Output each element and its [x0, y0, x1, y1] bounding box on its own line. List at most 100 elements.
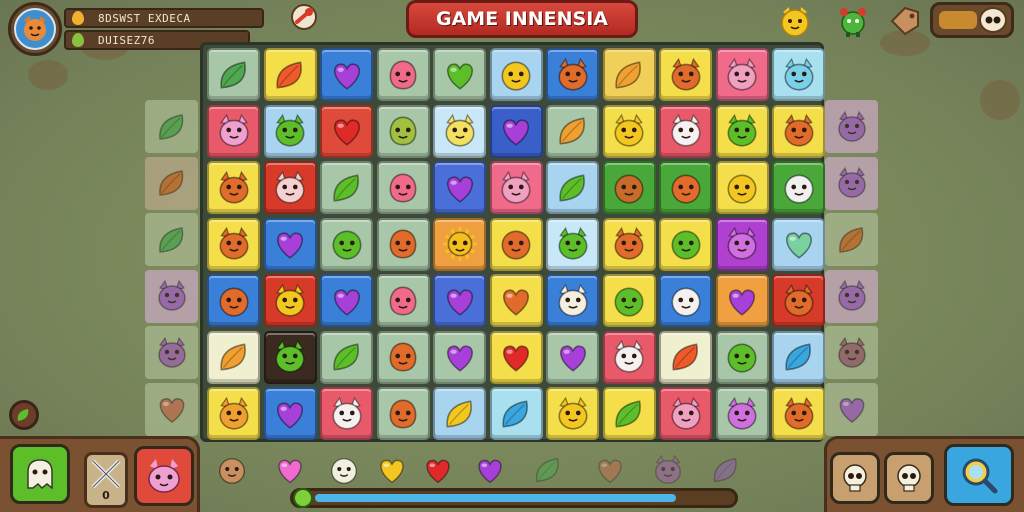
tray-piece[interactable] — [214, 452, 250, 488]
board-tile[interactable] — [433, 161, 486, 214]
tray-piece[interactable] — [272, 452, 308, 488]
board-tile[interactable] — [772, 48, 825, 101]
board-tile[interactable] — [772, 387, 825, 440]
board-tile[interactable] — [489, 274, 543, 327]
tray-piece[interactable] — [592, 452, 628, 488]
board-tile[interactable] — [207, 217, 260, 271]
tray-piece[interactable] — [326, 452, 362, 488]
board-tile[interactable] — [320, 161, 373, 214]
cat-button[interactable] — [134, 446, 194, 506]
board-tile[interactable] — [489, 104, 543, 158]
skull-button-2[interactable] — [884, 452, 934, 504]
board-tile[interactable] — [433, 48, 486, 101]
board-tile[interactable] — [489, 330, 543, 384]
board-tile[interactable] — [772, 104, 825, 158]
board-tile[interactable] — [489, 48, 543, 101]
board-tile[interactable] — [772, 161, 825, 214]
board-tile[interactable] — [659, 161, 712, 214]
board-tile[interactable] — [546, 104, 599, 158]
board-tile[interactable] — [263, 274, 317, 327]
board-tile[interactable] — [376, 387, 430, 440]
board-tile[interactable] — [433, 387, 486, 440]
tray-piece[interactable] — [472, 452, 508, 488]
board-tile[interactable] — [320, 330, 373, 384]
board-tile[interactable] — [263, 387, 317, 440]
board-tile[interactable] — [320, 104, 373, 158]
board-tile[interactable] — [489, 217, 543, 271]
board-tile[interactable] — [659, 274, 712, 327]
ghost-button[interactable] — [10, 444, 70, 504]
board-tile[interactable] — [433, 330, 486, 384]
board-tile[interactable] — [207, 387, 260, 440]
board-tile[interactable] — [602, 104, 656, 158]
tray-piece[interactable] — [650, 452, 686, 488]
board-tile[interactable] — [602, 161, 656, 214]
board-tile[interactable] — [433, 217, 486, 271]
board-tile[interactable] — [546, 387, 599, 440]
board-tile[interactable] — [772, 274, 825, 327]
board-tile[interactable] — [320, 274, 373, 327]
board-tile[interactable] — [207, 48, 260, 101]
board-tile[interactable] — [602, 387, 656, 440]
board-tile[interactable] — [263, 104, 317, 158]
board-tile[interactable] — [489, 387, 543, 440]
board-tile[interactable] — [207, 330, 260, 384]
board-tile[interactable] — [659, 387, 712, 440]
board-tile[interactable] — [207, 104, 260, 158]
board-tile[interactable] — [659, 48, 712, 101]
map-pin-icon[interactable] — [287, 2, 321, 36]
board-tile[interactable] — [715, 330, 769, 384]
board-tile[interactable] — [546, 274, 599, 327]
board-tile[interactable] — [772, 217, 825, 271]
board-tile[interactable] — [602, 330, 656, 384]
board-tile[interactable] — [715, 217, 769, 271]
board-tile[interactable] — [376, 161, 430, 214]
board-tile[interactable] — [715, 161, 769, 214]
tray-piece[interactable] — [530, 452, 566, 488]
board-tile[interactable] — [715, 48, 769, 101]
board-tile[interactable] — [207, 274, 260, 327]
hint-button[interactable] — [9, 400, 39, 430]
board-tile[interactable] — [546, 217, 599, 271]
board-tile[interactable] — [546, 161, 599, 214]
board-tile[interactable] — [659, 217, 712, 271]
board-tile[interactable] — [376, 330, 430, 384]
board-tile[interactable] — [433, 104, 486, 158]
board-tile[interactable] — [263, 161, 317, 214]
board-tile[interactable] — [376, 217, 430, 271]
board-tile[interactable] — [376, 104, 430, 158]
board-tile[interactable] — [659, 330, 712, 384]
board-tile[interactable] — [433, 274, 486, 327]
board-tile[interactable] — [602, 217, 656, 271]
board-tile[interactable] — [207, 161, 260, 214]
board-tile[interactable] — [546, 330, 599, 384]
board-tile[interactable] — [602, 48, 656, 101]
board-tile[interactable] — [263, 330, 317, 384]
tray-piece[interactable] — [708, 452, 744, 488]
dino-icon[interactable] — [836, 4, 870, 38]
swords-item[interactable]: 0 — [84, 452, 128, 508]
board-tile[interactable] — [659, 104, 712, 158]
tray-piece[interactable] — [374, 452, 410, 488]
board-tile[interactable] — [772, 330, 825, 384]
board-tile[interactable] — [376, 48, 430, 101]
board-tile[interactable] — [376, 274, 430, 327]
board-tile[interactable] — [263, 48, 317, 101]
board-tile[interactable] — [320, 48, 373, 101]
board-tile[interactable] — [320, 217, 373, 271]
toggle-knob[interactable] — [979, 7, 1007, 33]
board-tile[interactable] — [263, 217, 317, 271]
board-tile[interactable] — [715, 387, 769, 440]
player-avatar[interactable] — [8, 2, 62, 56]
board-tile[interactable] — [489, 161, 543, 214]
tag-icon[interactable] — [888, 4, 922, 38]
search-button[interactable] — [944, 444, 1014, 506]
skull-button-1[interactable] — [830, 452, 880, 504]
tray-piece[interactable] — [420, 452, 456, 488]
board-tile[interactable] — [546, 48, 599, 101]
board-tile[interactable] — [715, 104, 769, 158]
board-tile[interactable] — [320, 387, 373, 440]
board-tile[interactable] — [602, 274, 656, 327]
sound-toggle[interactable] — [930, 2, 1014, 38]
cat-face-icon[interactable] — [778, 4, 812, 38]
